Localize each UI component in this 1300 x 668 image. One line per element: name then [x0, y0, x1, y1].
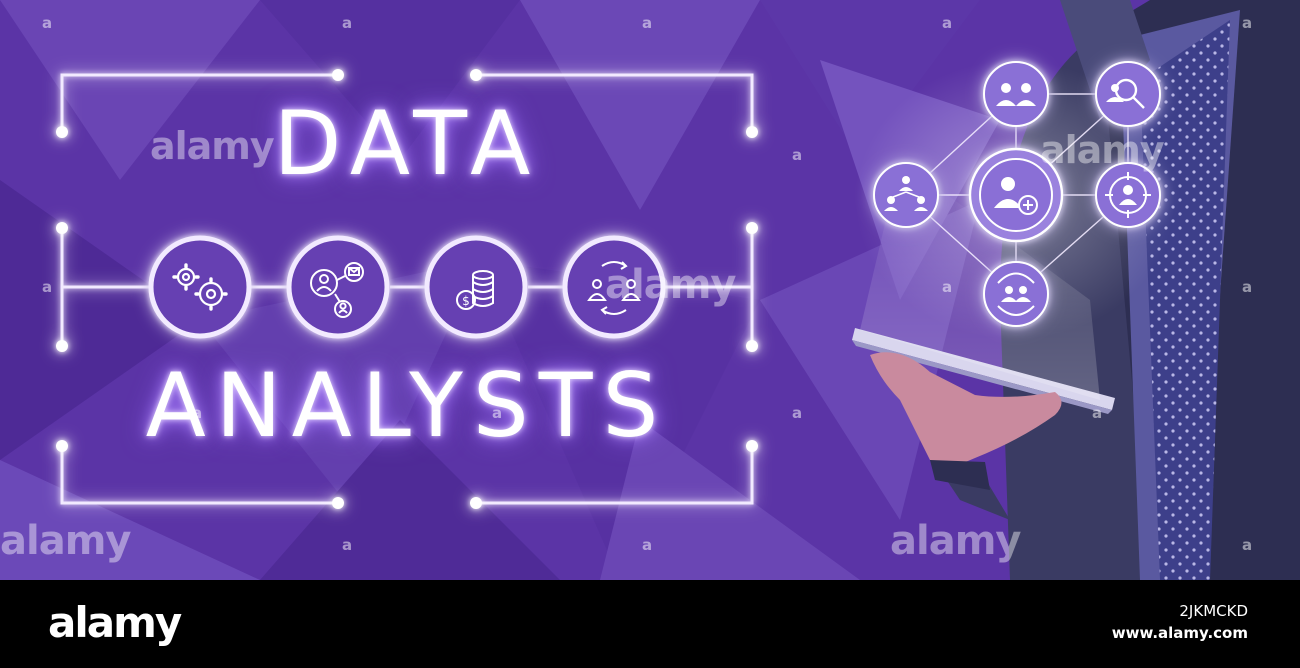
- user-search-icon: [1095, 61, 1161, 127]
- svg-text:$: $: [462, 294, 470, 308]
- watermark-glyph: a: [42, 14, 53, 32]
- watermark-brand: alamy: [0, 518, 131, 564]
- group-icon: [983, 61, 1049, 127]
- hologram-network: [855, 60, 1175, 340]
- headline-line-2: ANALYSTS: [145, 354, 669, 457]
- watermark-glyph: a: [642, 536, 653, 554]
- watermark-glyph: a: [942, 278, 953, 296]
- watermark-glyph: a: [792, 404, 803, 422]
- team-hierarchy-icon: [873, 162, 939, 228]
- footer-url: www.alamy.com: [1111, 624, 1248, 642]
- photo-scene: $ DATA ANALYSTS alamy alamy alamy alamy …: [0, 0, 1300, 580]
- watermark-brand: alamy: [605, 262, 736, 308]
- watermark-glyph: a: [1242, 278, 1253, 296]
- stock-photo: $ DATA ANALYSTS alamy alamy alamy alamy …: [0, 0, 1300, 668]
- watermark-glyph: a: [342, 14, 353, 32]
- watermark-glyph: a: [942, 14, 953, 32]
- watermark-glyph: a: [192, 404, 203, 422]
- gears-icon: [148, 235, 252, 339]
- watermark-glyph: a: [642, 14, 653, 32]
- watermark-glyph: a: [42, 278, 53, 296]
- watermark-brand: alamy: [890, 518, 1021, 564]
- image-id: 2JKMCKD: [1179, 602, 1248, 620]
- footer-brand-logo: alamy: [48, 598, 182, 647]
- watermark-glyph: a: [1092, 404, 1103, 422]
- footer-bar: alamy 2JKMCKD www.alamy.com: [0, 580, 1300, 668]
- watermark-glyph: a: [492, 404, 503, 422]
- coin-stack-icon: $: [424, 235, 528, 339]
- watermark-glyph: a: [792, 146, 803, 164]
- watermark-brand: alamy: [1040, 128, 1165, 172]
- user-target-icon: [1095, 162, 1161, 228]
- people-network-icon: [286, 235, 390, 339]
- group-refresh-icon: [983, 261, 1049, 327]
- watermark-glyph: a: [1242, 14, 1253, 32]
- watermark-brand: alamy: [150, 124, 275, 168]
- watermark-glyph: a: [342, 536, 353, 554]
- watermark-glyph: a: [1242, 536, 1253, 554]
